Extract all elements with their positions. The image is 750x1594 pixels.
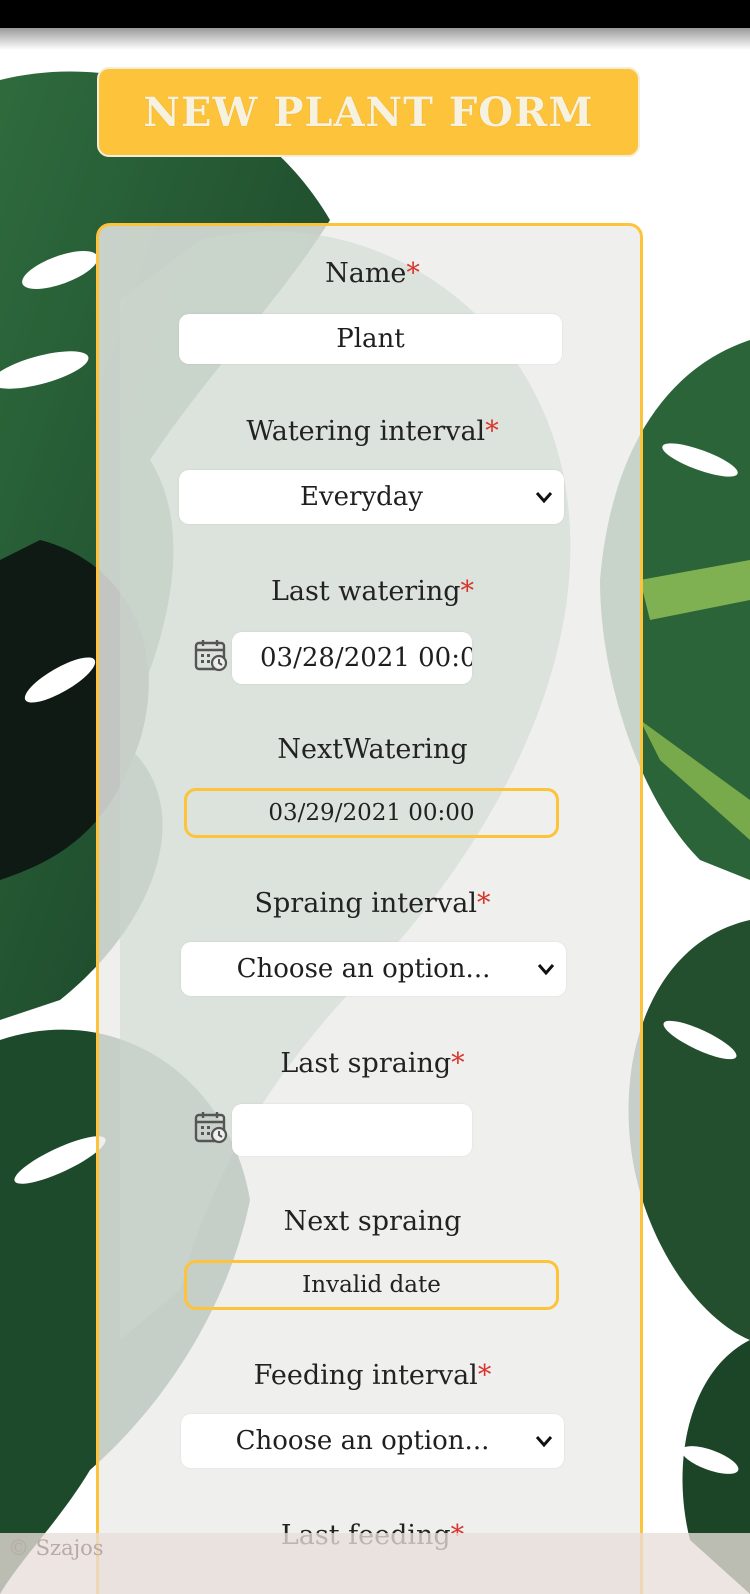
top-shadow bbox=[0, 28, 750, 50]
status-bar bbox=[0, 0, 750, 28]
required-mark: * bbox=[451, 1048, 465, 1079]
required-mark: * bbox=[476, 888, 491, 919]
footer: © Szajos bbox=[0, 1533, 750, 1594]
name-label: Name* bbox=[99, 258, 646, 289]
chevron-down-icon bbox=[535, 1436, 553, 1448]
last-watering-label-text: Last watering bbox=[270, 576, 461, 607]
watering-interval-label: Watering interval* bbox=[99, 416, 646, 447]
feeding-interval-select[interactable]: Choose an option... bbox=[181, 1414, 564, 1468]
next-spraying-label: Next spraing bbox=[99, 1206, 646, 1237]
copyright-text: © Szajos bbox=[8, 1536, 104, 1560]
last-watering-label: Last watering* bbox=[99, 576, 646, 607]
spraying-interval-label: Spraing interval* bbox=[99, 888, 646, 919]
plant-form: Name* Plant Watering interval* Everyday … bbox=[96, 223, 643, 1594]
next-watering-label: NextWatering bbox=[99, 734, 646, 765]
spraying-interval-label-text: Spraing interval bbox=[254, 888, 477, 919]
chevron-down-icon bbox=[535, 492, 553, 504]
form-title-banner: NEW PLANT FORM bbox=[97, 67, 640, 157]
last-watering-value: 03/28/2021 00:0 bbox=[260, 643, 472, 673]
watering-interval-value: Everyday bbox=[299, 482, 423, 512]
spraying-interval-value: Choose an option... bbox=[236, 954, 491, 984]
calendar-icon[interactable] bbox=[194, 638, 228, 672]
watering-interval-select[interactable]: Everyday bbox=[179, 470, 564, 524]
last-spraying-date-input[interactable] bbox=[232, 1104, 472, 1156]
last-spraying-label: Last spraing* bbox=[99, 1048, 646, 1079]
name-input[interactable]: Plant bbox=[179, 314, 562, 364]
required-mark: * bbox=[485, 416, 499, 447]
name-input-value: Plant bbox=[336, 324, 405, 354]
spraying-interval-select[interactable]: Choose an option... bbox=[181, 942, 566, 996]
page-title: NEW PLANT FORM bbox=[143, 88, 594, 136]
feeding-interval-label-text: Feeding interval bbox=[253, 1360, 478, 1391]
calendar-icon[interactable] bbox=[194, 1110, 228, 1144]
last-watering-date-input[interactable]: 03/28/2021 00:0 bbox=[232, 632, 472, 684]
required-mark: * bbox=[406, 258, 420, 289]
next-watering-output: 03/29/2021 00:00 bbox=[184, 788, 559, 838]
chevron-down-icon bbox=[537, 964, 555, 976]
next-spraying-label-text: Next spraing bbox=[283, 1206, 462, 1237]
watering-interval-label-text: Watering interval bbox=[246, 416, 486, 447]
next-spraying-output: Invalid date bbox=[184, 1260, 559, 1310]
name-label-text: Name bbox=[325, 258, 407, 289]
required-mark: * bbox=[460, 576, 475, 607]
next-watering-value: 03/29/2021 00:00 bbox=[268, 800, 475, 826]
next-watering-label-text: NextWatering bbox=[277, 734, 468, 765]
feeding-interval-value: Choose an option... bbox=[235, 1426, 490, 1456]
required-mark: * bbox=[477, 1360, 492, 1391]
next-spraying-value: Invalid date bbox=[302, 1272, 441, 1298]
last-spraying-label-text: Last spraing bbox=[280, 1048, 452, 1079]
feeding-interval-label: Feeding interval* bbox=[99, 1360, 646, 1391]
